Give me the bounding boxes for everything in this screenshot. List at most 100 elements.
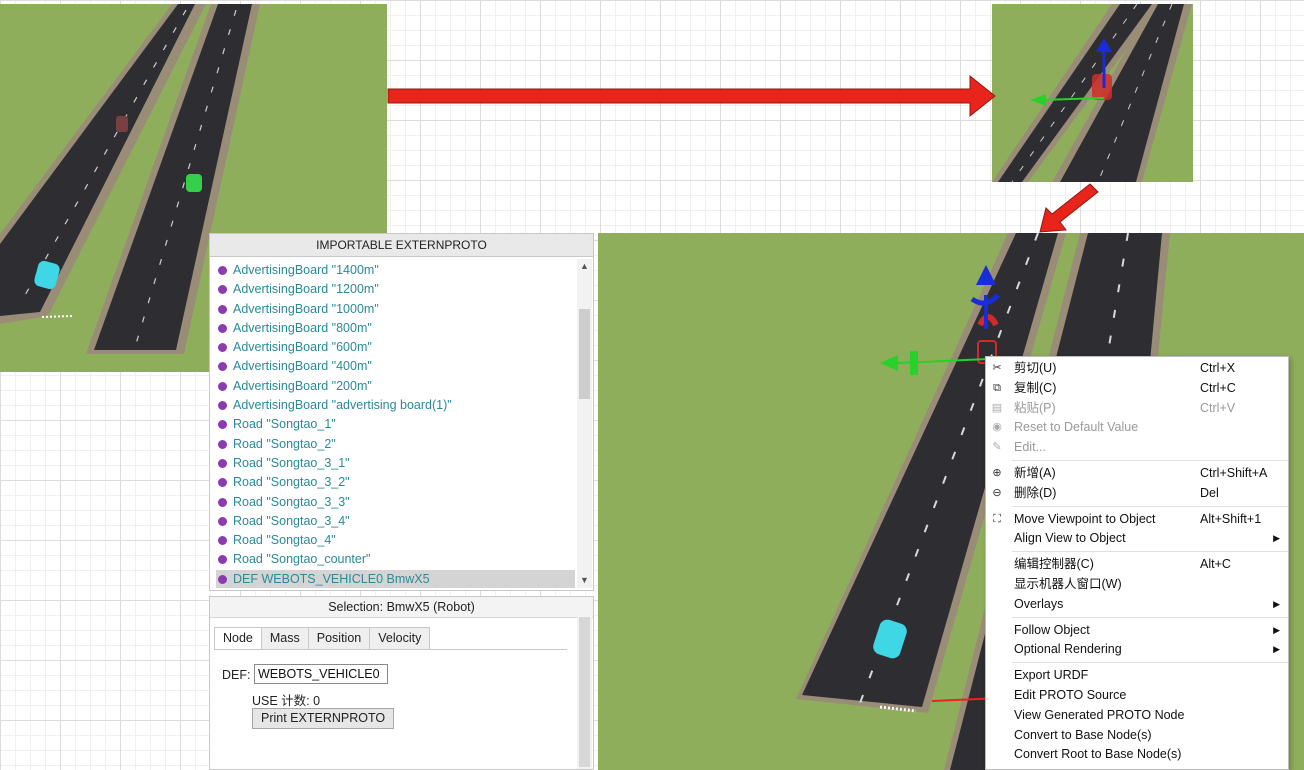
tree-item[interactable]: AdvertisingBoard "1400m" bbox=[216, 261, 575, 280]
menu-separator bbox=[1012, 616, 1288, 618]
reset-icon: ◉ bbox=[992, 421, 1002, 434]
menu-item[interactable]: ⊕ 新增(A) Ctrl+Shift+A bbox=[986, 464, 1288, 484]
tree-item[interactable]: AdvertisingBoard "advertising board(1)" bbox=[216, 396, 575, 415]
menu-item[interactable]: Export URDF bbox=[986, 666, 1288, 686]
tree-item[interactable]: DEF WEBOTS_VEHICLE0 BmwX5 bbox=[216, 569, 575, 588]
menu-item[interactable]: Optional Rendering ▶ bbox=[986, 640, 1288, 660]
tree-item[interactable]: AdvertisingBoard "600m" bbox=[216, 338, 575, 357]
menu-separator bbox=[1012, 505, 1288, 507]
tab-node[interactable]: Node bbox=[214, 627, 262, 650]
tab-velocity[interactable]: Velocity bbox=[369, 627, 431, 650]
submenu-arrow-icon: ▶ bbox=[1273, 624, 1280, 635]
node-dot-icon bbox=[218, 574, 227, 584]
tree-item[interactable]: Road "Songtao_2" bbox=[216, 435, 575, 454]
tree-item-label: Road "Songtao_4" bbox=[233, 533, 336, 548]
submenu-arrow-icon: ▶ bbox=[1273, 533, 1280, 544]
tree-scrollbar[interactable]: ▲ ▼ bbox=[577, 259, 592, 588]
add-icon: ⊕ bbox=[992, 466, 1002, 479]
tree-item-label: Road "Songtao_counter" bbox=[233, 552, 371, 567]
properties-panel: Selection: BmwX5 (Robot) Node Mass Posit… bbox=[209, 596, 594, 770]
print-externproto-button[interactable]: Print EXTERNPROTO bbox=[252, 708, 395, 729]
scene-view-zoomed[interactable] bbox=[992, 4, 1193, 182]
menu-item[interactable]: ✂ 剪切(U) Ctrl+X bbox=[986, 359, 1288, 379]
tab-bar: Node Mass Position Velocity bbox=[214, 627, 431, 650]
node-dot-icon bbox=[218, 478, 227, 488]
menu-item[interactable]: ▤ 粘贴(P) Ctrl+V bbox=[986, 399, 1288, 419]
tree-item[interactable]: AdvertisingBoard "1000m" bbox=[216, 300, 575, 319]
node-dot-icon bbox=[218, 555, 227, 565]
tree-item[interactable]: Road "Songtao_3_2" bbox=[216, 473, 575, 492]
menu-item[interactable]: 显示机器人窗口(W) bbox=[986, 575, 1288, 595]
scroll-down-icon[interactable]: ▼ bbox=[577, 573, 592, 588]
tab-position[interactable]: Position bbox=[307, 627, 371, 650]
scroll-thumb[interactable] bbox=[579, 309, 590, 399]
node-dot-icon bbox=[218, 266, 227, 275]
menu-item[interactable]: ⊖ 删除(D) Del bbox=[986, 484, 1288, 504]
tree-item[interactable]: Road "Songtao_4" bbox=[216, 531, 575, 550]
paste-icon: ▤ bbox=[991, 401, 1003, 414]
node-dot-icon bbox=[218, 458, 227, 468]
tree-item-label: AdvertisingBoard "1000m" bbox=[233, 301, 379, 316]
menu-item-shortcut: Alt+Shift+1 bbox=[1200, 511, 1262, 526]
tree-item[interactable]: Road "Songtao_1" bbox=[216, 415, 575, 434]
tree-item[interactable]: Road "Songtao_3_4" bbox=[216, 512, 575, 531]
menu-item-shortcut: Ctrl+Shift+A bbox=[1200, 465, 1268, 480]
menu-item[interactable]: ✎ Edit... bbox=[986, 438, 1288, 458]
menu-separator bbox=[1012, 662, 1288, 664]
panel-title: IMPORTABLE EXTERNPROTO bbox=[210, 234, 593, 257]
menu-item-label: 删除(D) bbox=[1014, 485, 1057, 500]
viewpoint-icon: ⛶ bbox=[993, 512, 1001, 525]
menu-item[interactable]: Follow Object ▶ bbox=[986, 621, 1288, 641]
menu-item-label: Follow Object bbox=[1014, 622, 1090, 637]
tree-item[interactable]: Road "Songtao_3_3" bbox=[216, 493, 575, 512]
menu-item[interactable]: ⧉ 复制(C) Ctrl+C bbox=[986, 379, 1288, 399]
edit-icon: ✎ bbox=[992, 441, 1002, 454]
tree-item[interactable]: AdvertisingBoard "400m" bbox=[216, 357, 575, 376]
def-name-input[interactable] bbox=[254, 664, 388, 684]
menu-item[interactable]: Edit PROTO Source bbox=[986, 686, 1288, 706]
tree-item-label: Road "Songtao_3_4" bbox=[233, 513, 350, 528]
menu-item[interactable]: Convert Root to Base Node(s) bbox=[986, 745, 1288, 765]
menu-item[interactable]: Overlays ▶ bbox=[986, 595, 1288, 615]
tree-item[interactable]: AdvertisingBoard "200m" bbox=[216, 377, 575, 396]
tree-item[interactable]: AdvertisingBoard "800m" bbox=[216, 319, 575, 338]
tree-item-label: AdvertisingBoard "800m" bbox=[233, 320, 372, 335]
tree-item[interactable]: Road "Songtao_3_1" bbox=[216, 454, 575, 473]
menu-item[interactable]: Align View to Object ▶ bbox=[986, 529, 1288, 549]
tree-item-label: AdvertisingBoard "advertising board(1)" bbox=[233, 398, 452, 413]
menu-item[interactable]: 编辑控制器(C) Alt+C bbox=[986, 555, 1288, 575]
tree-item-label: DEF WEBOTS_VEHICLE0 BmwX5 bbox=[233, 571, 430, 586]
node-dot-icon bbox=[218, 343, 227, 353]
tree-item-label: Road "Songtao_1" bbox=[233, 417, 336, 432]
node-dot-icon bbox=[218, 401, 227, 411]
tab-mass[interactable]: Mass bbox=[260, 627, 309, 650]
tree-item-label: Road "Songtao_3_1" bbox=[233, 455, 350, 470]
copy-icon: ⧉ bbox=[993, 381, 1001, 394]
node-dot-icon bbox=[218, 497, 227, 507]
menu-item-shortcut: Ctrl+V bbox=[1200, 400, 1236, 415]
node-dot-icon bbox=[218, 420, 227, 430]
menu-item[interactable]: ⛶ Move Viewpoint to Object Alt+Shift+1 bbox=[986, 510, 1288, 530]
menu-item-shortcut: Ctrl+C bbox=[1200, 380, 1236, 395]
submenu-arrow-icon: ▶ bbox=[1273, 598, 1280, 609]
menu-item[interactable]: ◉ Reset to Default Value bbox=[986, 418, 1288, 438]
menu-item-label: 编辑控制器(C) bbox=[1014, 557, 1094, 572]
tree-item[interactable]: Road "Songtao_counter" bbox=[216, 550, 575, 569]
def-label: DEF: bbox=[222, 668, 251, 682]
delete-icon: ⊖ bbox=[992, 486, 1002, 499]
menu-item[interactable]: Convert to Base Node(s) bbox=[986, 726, 1288, 746]
properties-scrollbar[interactable] bbox=[577, 617, 592, 769]
menu-item[interactable]: View Generated PROTO Node bbox=[986, 706, 1288, 726]
tab-node-body: DEF: USE 计数: 0 Print EXTERNPROTO bbox=[214, 649, 567, 769]
menu-item-shortcut: Del bbox=[1200, 485, 1219, 500]
node-dot-icon bbox=[218, 323, 227, 333]
tree-item-label: AdvertisingBoard "200m" bbox=[233, 378, 372, 393]
menu-item-label: 剪切(U) bbox=[1014, 361, 1057, 375]
tree-item-label: Road "Songtao_2" bbox=[233, 436, 336, 451]
menu-item-label: View Generated PROTO Node bbox=[1014, 707, 1185, 722]
tree-item-label: Road "Songtao_3_2" bbox=[233, 475, 350, 490]
tree-item[interactable]: AdvertisingBoard "1200m" bbox=[216, 280, 575, 299]
menu-item-shortcut: Alt+C bbox=[1200, 557, 1231, 572]
menu-item-label: Edit... bbox=[1014, 440, 1046, 455]
scroll-up-icon[interactable]: ▲ bbox=[577, 259, 592, 274]
